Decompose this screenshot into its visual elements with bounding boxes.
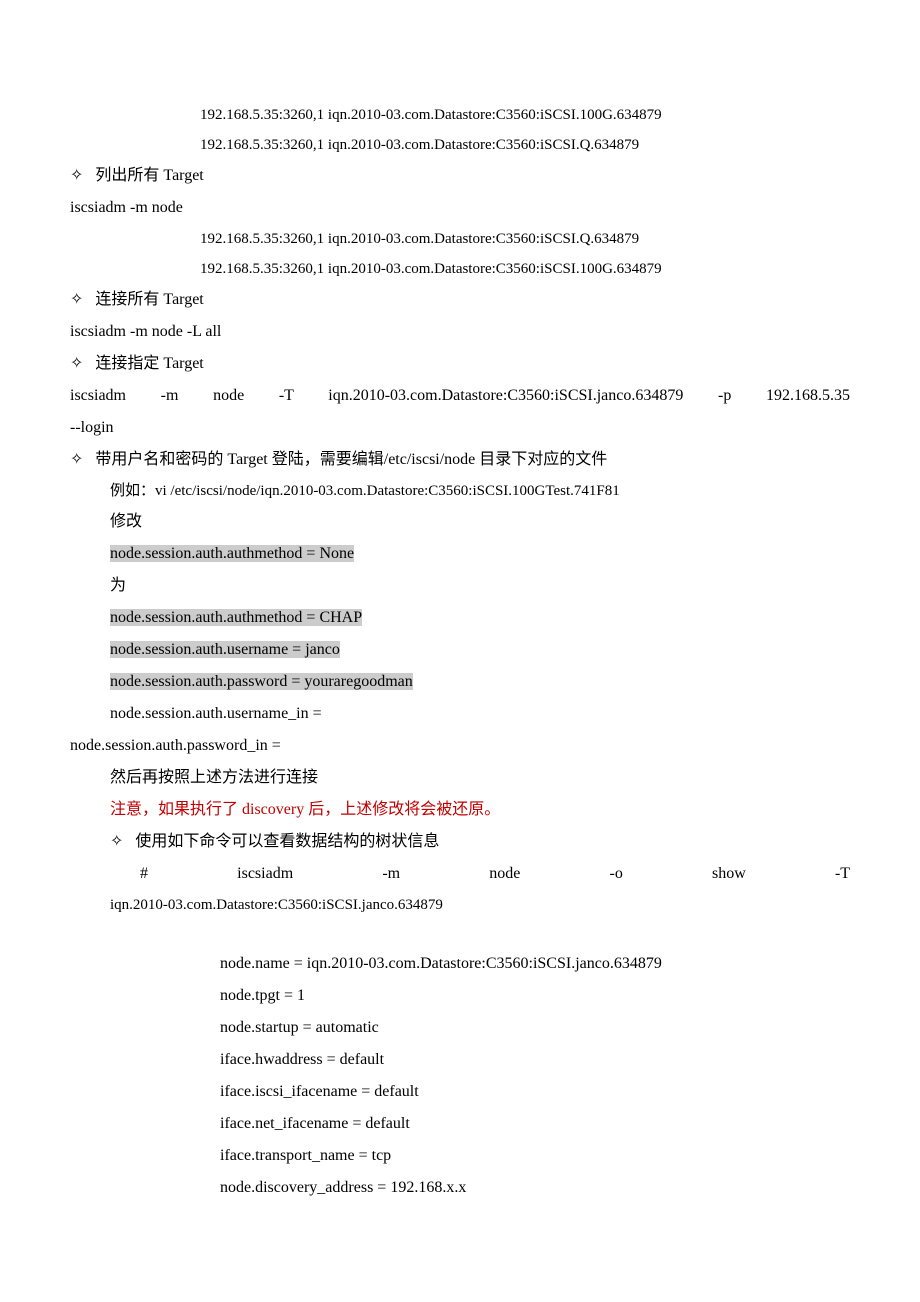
- instruction-line: 然后再按照上述方法进行连接: [70, 762, 850, 794]
- output-line: 192.168.5.35:3260,1 iqn.2010-03.com.Data…: [70, 224, 850, 254]
- command-line-cont: iqn.2010-03.com.Datastore:C3560:iSCSI.ja…: [70, 890, 850, 920]
- bullet-text: 连接指定 Target: [95, 355, 203, 372]
- bullet-login-with-credentials: 带用户名和密码的 Target 登陆，需要编辑/etc/iscsi/node 目…: [70, 444, 850, 476]
- output-line: 192.168.5.35:3260,1 iqn.2010-03.com.Data…: [70, 254, 850, 284]
- bullet-text: 连接所有 Target: [95, 291, 203, 308]
- example-line: 例如：vi /etc/iscsi/node/iqn.2010-03.com.Da…: [70, 476, 850, 506]
- highlighted-config: node.session.auth.password = youraregood…: [110, 673, 413, 690]
- output-line: node.tpgt = 1: [70, 980, 850, 1012]
- output-line: node.discovery_address = 192.168.x.x: [70, 1172, 850, 1204]
- output-line: iface.net_ifacename = default: [70, 1108, 850, 1140]
- output-line: iface.transport_name = tcp: [70, 1140, 850, 1172]
- command-line-justified: # iscsiadm -m node -o show -T: [70, 858, 850, 890]
- bullet-text: 列出所有 Target: [95, 167, 203, 184]
- cmd-token: #: [140, 865, 148, 882]
- command-line: iscsiadm -m node -L all: [70, 316, 850, 348]
- to-label: 为: [70, 570, 850, 602]
- bullet-text: 使用如下命令可以查看数据结构的树状信息: [135, 833, 439, 850]
- output-line: iface.iscsi_ifacename = default: [70, 1076, 850, 1108]
- output-line: node.name = iqn.2010-03.com.Datastore:C3…: [70, 948, 850, 980]
- cmd-token: -o: [610, 865, 623, 882]
- cmd-token: -T: [835, 865, 850, 882]
- command-line: iscsiadm -m node: [70, 192, 850, 224]
- output-line: node.startup = automatic: [70, 1012, 850, 1044]
- bullet-text: 带用户名和密码的 Target 登陆，需要编辑/etc/iscsi/node 目…: [95, 451, 607, 468]
- modify-label: 修改: [70, 506, 850, 538]
- cmd-token: iscsiadm: [237, 865, 293, 882]
- config-line: node.session.auth.username = janco: [70, 634, 850, 666]
- highlighted-config: node.session.auth.authmethod = CHAP: [110, 609, 362, 626]
- output-line: 192.168.5.35:3260,1 iqn.2010-03.com.Data…: [70, 100, 850, 130]
- bullet-connect-specific-target: 连接指定 Target: [70, 348, 850, 380]
- config-line: node.session.auth.password_in =: [70, 730, 850, 762]
- bullet-list-all-target: 列出所有 Target: [70, 160, 850, 192]
- config-line: node.session.auth.username_in =: [70, 698, 850, 730]
- config-line: node.session.auth.authmethod = None: [70, 538, 850, 570]
- command-line: iscsiadm -m node -T iqn.2010-03.com.Data…: [70, 380, 850, 412]
- output-line: iface.hwaddress = default: [70, 1044, 850, 1076]
- command-line-cont: --login: [70, 412, 850, 444]
- config-line: node.session.auth.authmethod = CHAP: [70, 602, 850, 634]
- warning-line: 注意，如果执行了 discovery 后，上述修改将会被还原。: [70, 794, 850, 826]
- bullet-connect-all-target: 连接所有 Target: [70, 284, 850, 316]
- config-line: node.session.auth.password = youraregood…: [70, 666, 850, 698]
- bullet-tree-info: 使用如下命令可以查看数据结构的树状信息: [70, 826, 850, 858]
- cmd-token: node: [489, 865, 520, 882]
- cmd-token: show: [712, 865, 746, 882]
- output-line: 192.168.5.35:3260,1 iqn.2010-03.com.Data…: [70, 130, 850, 160]
- cmd-token: -m: [382, 865, 400, 882]
- highlighted-config: node.session.auth.username = janco: [110, 641, 340, 658]
- highlighted-config: node.session.auth.authmethod = None: [110, 545, 354, 562]
